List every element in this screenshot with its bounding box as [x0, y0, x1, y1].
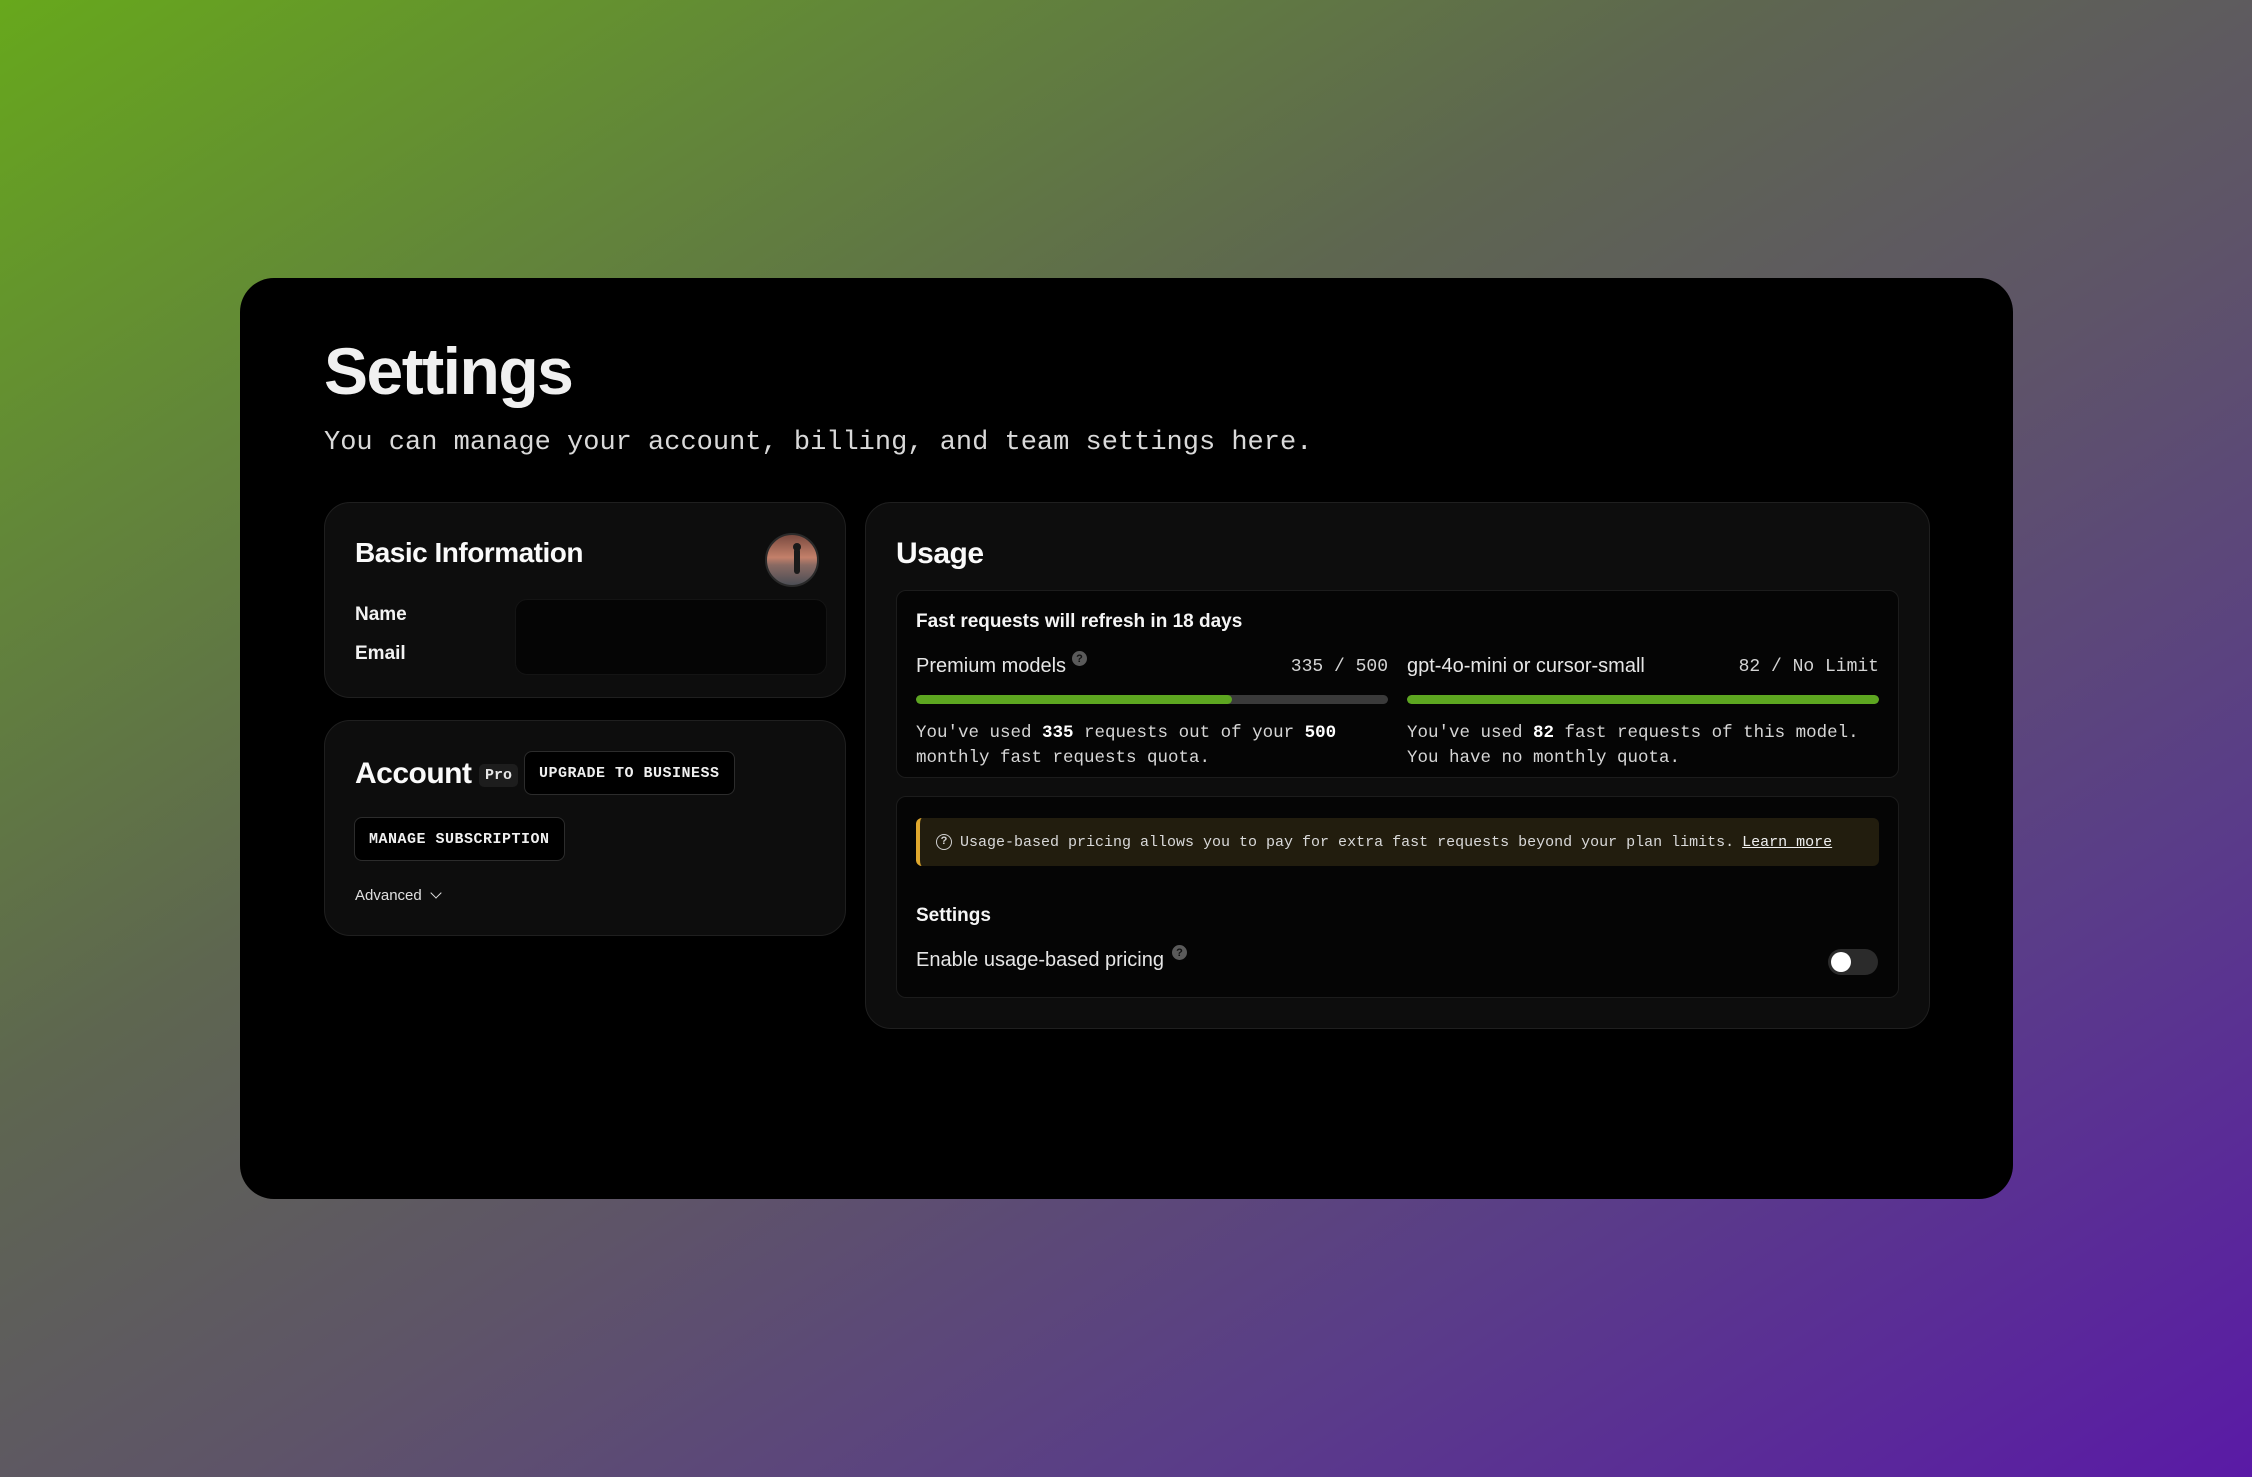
desc-text: You've used — [1407, 723, 1534, 743]
premium-models-label: Premium models — [916, 655, 1067, 677]
mini-models-description: You've used 82 fast requests of this mod… — [1407, 721, 1879, 771]
avatar[interactable] — [765, 533, 819, 587]
mini-models-label: gpt-4o-mini or cursor-small — [1407, 655, 1645, 677]
usage-pricing-toggle[interactable] — [1828, 949, 1878, 975]
usage-settings-title: Settings — [916, 905, 991, 926]
fast-requests-panel: Fast requests will refresh in 18 days Pr… — [896, 590, 1899, 778]
usage-pricing-toggle-row: Enable usage-based pricing ? — [916, 945, 1187, 972]
page-title: Settings — [324, 334, 574, 408]
question-circle-icon[interactable]: ? — [1171, 945, 1187, 960]
premium-models-progress-bar — [916, 695, 1388, 704]
advanced-label: Advanced — [355, 887, 422, 904]
settings-window: Settings You can manage your account, bi… — [240, 278, 2013, 1199]
usage-title: Usage — [896, 537, 984, 570]
upgrade-to-business-button[interactable]: UPGRADE TO BUSINESS — [524, 751, 735, 795]
page-subtitle: You can manage your account, billing, an… — [324, 428, 1313, 458]
toggle-knob — [1831, 952, 1851, 972]
usage-pricing-toggle-label: Enable usage-based pricing — [916, 949, 1164, 971]
usage-pricing-notice: ? Usage-based pricing allows you to pay … — [916, 818, 1879, 866]
usage-card: Usage Fast requests will refresh in 18 d… — [865, 502, 1930, 1029]
name-label: Name — [355, 604, 407, 625]
usage-pricing-panel: ? Usage-based pricing allows you to pay … — [896, 796, 1899, 998]
premium-models-count: 335 / 500 — [1290, 657, 1388, 677]
learn-more-link[interactable]: Learn more — [1742, 834, 1832, 851]
account-title: Account — [355, 757, 472, 790]
notice-text: Usage-based pricing allows you to pay fo… — [960, 833, 1735, 851]
advanced-toggle[interactable]: Advanced — [355, 887, 442, 904]
desc-used-value: 335 — [1042, 723, 1074, 743]
basic-information-title: Basic Information — [355, 537, 583, 568]
avatar-figure-shape — [794, 548, 800, 574]
basic-information-card: Basic Information Name Email — [324, 502, 846, 698]
premium-models-progress-fill — [916, 695, 1233, 704]
mini-models-progress-fill — [1407, 695, 1879, 704]
name-input[interactable] — [515, 599, 827, 675]
mini-models-progress-bar — [1407, 695, 1879, 704]
desc-text: monthly fast requests quota. — [916, 748, 1211, 768]
desc-text: You've used — [916, 723, 1043, 743]
premium-models-description: You've used 335 requests out of your 500… — [916, 721, 1388, 771]
info-circle-icon: ? — [936, 834, 952, 850]
desc-quota-value: 500 — [1304, 723, 1337, 743]
mini-models-name-row: gpt-4o-mini or cursor-small — [1407, 655, 1645, 678]
premium-models-name-row: Premium models ? — [916, 651, 1088, 678]
desc-used-value: 82 — [1533, 723, 1555, 743]
mini-models-count: 82 / No Limit — [1738, 657, 1879, 677]
email-label: Email — [355, 643, 406, 664]
desc-text: requests out of your — [1073, 723, 1305, 743]
plan-badge: Pro — [479, 764, 519, 787]
account-card: Account Pro UPGRADE TO BUSINESS MANAGE S… — [324, 720, 846, 936]
question-circle-icon[interactable]: ? — [1072, 651, 1088, 666]
chevron-down-icon — [430, 887, 442, 899]
refresh-notice: Fast requests will refresh in 18 days — [916, 611, 1243, 632]
manage-subscription-button[interactable]: MANAGE SUBSCRIPTION — [354, 817, 565, 861]
